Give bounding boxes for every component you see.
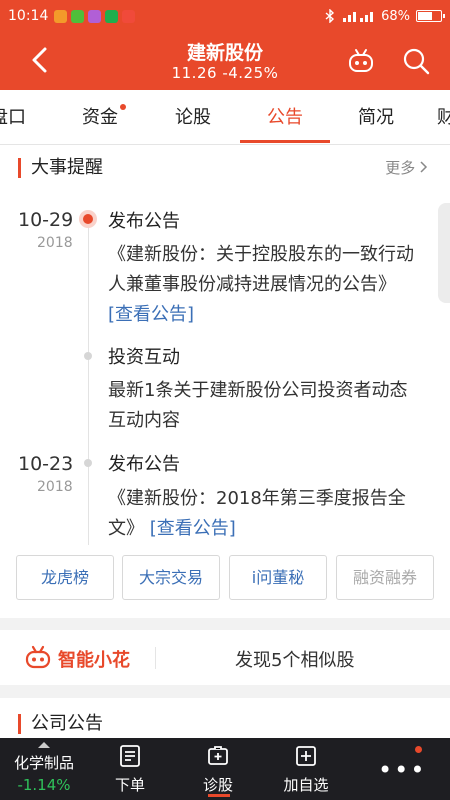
app-notification-icon xyxy=(54,9,68,23)
robot-assistant-button[interactable] xyxy=(346,46,376,76)
event-text[interactable]: 最新1条关于建新股份公司投资者动态互动内容 xyxy=(108,376,423,436)
nav-add-watchlist-label: 加自选 xyxy=(283,776,329,794)
tab-finance[interactable]: 财 xyxy=(437,90,450,145)
more-events-link[interactable]: 更多 xyxy=(385,157,428,178)
section-title-events: 大事提醒 xyxy=(18,158,103,178)
stock-change: -4.25% xyxy=(222,64,279,82)
timeline-line xyxy=(88,217,89,545)
smart-assistant-bar[interactable]: 智能小花 发现5个相似股 xyxy=(0,630,450,685)
timeline-dot xyxy=(84,352,92,360)
nav-diagnose[interactable]: 诊股 xyxy=(178,738,258,800)
robot-icon xyxy=(25,645,51,669)
order-form-icon xyxy=(120,745,140,767)
signal-icon xyxy=(343,12,374,22)
search-button[interactable] xyxy=(401,46,431,76)
tab-capital-flow[interactable]: 资金 xyxy=(70,90,130,145)
sector-quote[interactable]: 化学制品 -1.14% xyxy=(0,738,88,800)
tab-profile[interactable]: 简况 xyxy=(346,90,406,145)
event-text: 《建新股份：2018年第三季度报告全文》 [查看公告] xyxy=(108,484,423,544)
app-notification-icon xyxy=(122,9,136,23)
stock-price: 11.26 xyxy=(171,64,218,82)
notification-icons xyxy=(54,9,136,23)
timeline-dot xyxy=(84,459,92,467)
app-notification-icon xyxy=(71,9,85,23)
add-watchlist-icon xyxy=(296,746,316,766)
block-trade-button[interactable]: 大宗交易 xyxy=(122,555,220,600)
view-announcement-link[interactable]: [查看公告] xyxy=(150,518,236,539)
nav-diagnose-label: 诊股 xyxy=(202,776,233,794)
margin-trading-button[interactable]: 融资融券 xyxy=(336,555,434,600)
capital-flow-badge xyxy=(120,104,126,110)
dragon-tiger-list-button[interactable]: 龙虎榜 xyxy=(16,555,114,600)
stock-title: 建新股份 xyxy=(186,42,263,64)
active-tab-indicator xyxy=(240,140,330,143)
status-time: 10:14 xyxy=(8,8,49,24)
event-type: 发布公告 xyxy=(108,211,180,232)
nav-order-label: 下单 xyxy=(114,776,145,794)
more-options-button[interactable]: ••• xyxy=(378,756,426,784)
diagnose-icon xyxy=(208,746,228,765)
timeline-dot-active xyxy=(83,214,93,224)
event-year: 2018 xyxy=(37,479,73,495)
similar-stocks-message[interactable]: 发现5个相似股 xyxy=(235,646,354,672)
caret-up-icon xyxy=(38,742,50,748)
section-title-company: 公司公告 xyxy=(18,714,103,734)
announcement-title: 《建新股份：关于控股股东的一致行动人兼董事股份减持进展情况的公告》 xyxy=(108,244,414,295)
view-announcement-link[interactable]: [查看公告] xyxy=(108,304,194,325)
event-type: 投资互动 xyxy=(108,347,180,368)
status-bar: 10:14 68% xyxy=(0,0,450,32)
event-date: 10-29 xyxy=(18,209,74,231)
tab-order-book[interactable]: 盘口 xyxy=(0,90,38,145)
notification-badge xyxy=(415,746,422,753)
nav-order[interactable]: 下单 xyxy=(90,738,170,800)
tab-announcements[interactable]: 公告 xyxy=(255,90,315,145)
event-year: 2018 xyxy=(37,235,73,251)
stock-quote: 11.26 -4.25% xyxy=(0,64,450,82)
event-text: 《建新股份：关于控股股东的一致行动人兼董事股份减持进展情况的公告》 [查看公告] xyxy=(108,240,423,330)
sector-name: 化学制品 xyxy=(13,754,74,772)
search-icon xyxy=(403,48,430,75)
event-type: 发布公告 xyxy=(108,454,180,475)
battery-percent: 68% xyxy=(381,8,410,24)
divider xyxy=(155,647,156,669)
app-notification-icon xyxy=(105,9,119,23)
chevron-right-icon xyxy=(420,161,428,173)
events-card: 大事提醒 更多 10-29 2018 发布公告 《建新股份：关于控股股东的一致行… xyxy=(0,145,450,618)
robot-icon xyxy=(349,49,373,72)
quick-button-row: 龙虎榜 大宗交易 i问董秘 融资融券 xyxy=(16,555,434,600)
sector-change: -1.14% xyxy=(17,776,71,794)
company-announcements-card: 公司公告 xyxy=(0,698,450,738)
smart-assistant-label: 智能小花 xyxy=(58,650,130,671)
battery-icon xyxy=(416,10,445,22)
more-label: 更多 xyxy=(385,159,416,177)
battery-level xyxy=(418,12,432,20)
event-date: 10-23 xyxy=(18,453,74,475)
ask-secretary-button[interactable]: i问董秘 xyxy=(229,555,327,600)
side-drawer-handle[interactable] xyxy=(438,203,450,303)
tab-bar: 盘口 资金 论股 公告 简况 财 xyxy=(0,90,450,145)
bluetooth-icon xyxy=(325,9,335,23)
active-nav-indicator xyxy=(208,794,230,797)
nav-add-watchlist[interactable]: 加自选 xyxy=(266,738,346,800)
tab-discussion[interactable]: 论股 xyxy=(163,90,223,145)
bottom-navigation: 化学制品 -1.14% 下单 诊股 加自选 ••• xyxy=(0,738,450,800)
app-header: 建新股份 11.26 -4.25% xyxy=(0,32,450,90)
app-notification-icon xyxy=(88,9,102,23)
